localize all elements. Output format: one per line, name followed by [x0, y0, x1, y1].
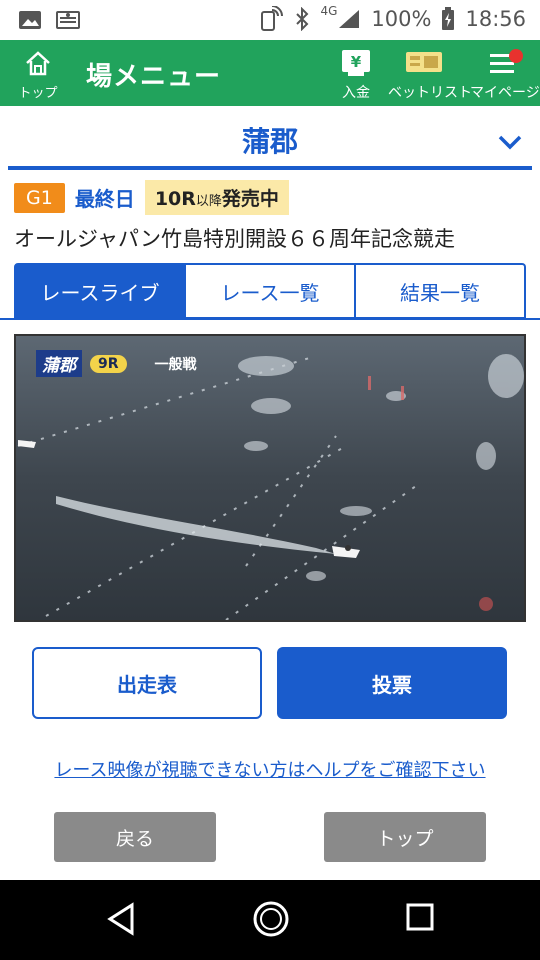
nfc-icon	[261, 6, 284, 31]
notification-dot-icon	[509, 49, 523, 63]
tabs-divider	[0, 318, 540, 320]
back-triangle-icon[interactable]	[106, 902, 136, 936]
entries-button[interactable]: 出走表	[32, 647, 262, 719]
chevron-down-icon	[498, 135, 522, 150]
system-nav-bar	[0, 880, 540, 960]
day-label: 最終日	[74, 187, 135, 211]
race-video-player[interactable]: 蒲郡 9R 一般戦	[14, 334, 526, 622]
betlist-button[interactable]: ベットリスト	[388, 48, 472, 102]
venue-selector[interactable]: 蒲郡	[0, 112, 540, 168]
venue-name: 蒲郡	[241, 125, 298, 158]
sale-status-badge: 10R以降発売中	[144, 180, 289, 215]
status-bar: 4G 100% 18:56	[0, 0, 540, 40]
bluetooth-icon	[296, 7, 309, 31]
video-overlay: 蒲郡 9R 一般戦	[36, 350, 197, 377]
battery-icon	[442, 7, 455, 30]
network-indicator: 4G	[320, 4, 338, 18]
svg-text:¥: ¥	[351, 53, 362, 71]
menu-icon	[490, 49, 523, 73]
vote-button[interactable]: 投票	[277, 647, 507, 719]
sale-suffix: 以降	[195, 194, 222, 209]
race-title: オールジャパン竹島特別開設６６周年記念競走	[14, 227, 455, 251]
race-badges: G1 最終日 10R以降発売中	[14, 180, 289, 215]
top-button[interactable]: トップ	[324, 812, 486, 862]
deposit-label: 入金	[342, 85, 370, 101]
home-icon	[26, 51, 50, 76]
app-header: トップ 場メニュー ¥ 入金 ベットリスト マイページ	[0, 40, 540, 106]
home-button[interactable]: トップ	[12, 48, 64, 101]
battery-percent: 100%	[371, 7, 432, 31]
race-video-frame	[16, 336, 524, 620]
cast-icon	[56, 11, 80, 29]
tab-race-list[interactable]: レース一覧	[186, 263, 356, 319]
page-title: 場メニュー	[86, 62, 222, 92]
betlist-label: ベットリスト	[388, 85, 472, 101]
signal-icon	[339, 10, 360, 28]
tab-results-list[interactable]: 結果一覧	[356, 263, 526, 319]
tab-race-live[interactable]: レースライブ	[14, 263, 186, 319]
home-label: トップ	[18, 86, 58, 101]
overlay-class: 一般戦	[154, 356, 197, 373]
image-icon	[19, 11, 41, 29]
mypage-label: マイページ	[470, 85, 540, 101]
overlay-race: 9R	[90, 354, 127, 373]
clock: 18:56	[465, 7, 526, 31]
help-link[interactable]: レース映像が視聴できない方はヘルプをご確認下さい	[0, 756, 540, 782]
yen-ticket-icon: ¥	[342, 50, 370, 76]
grade-badge: G1	[14, 182, 65, 213]
back-button[interactable]: 戻る	[54, 812, 216, 862]
recents-square-icon[interactable]	[405, 902, 435, 932]
sale-race: 10R	[154, 188, 196, 210]
sale-status: 発売中	[221, 188, 279, 210]
race-tabs: レースライブ レース一覧 結果一覧	[14, 263, 526, 319]
venue-divider	[8, 166, 532, 170]
overlay-venue: 蒲郡	[36, 350, 82, 377]
home-circle-icon[interactable]	[252, 900, 290, 938]
ticket-list-icon	[406, 52, 442, 72]
deposit-button[interactable]: ¥ 入金	[334, 48, 378, 102]
mypage-button[interactable]: マイページ	[470, 48, 540, 102]
